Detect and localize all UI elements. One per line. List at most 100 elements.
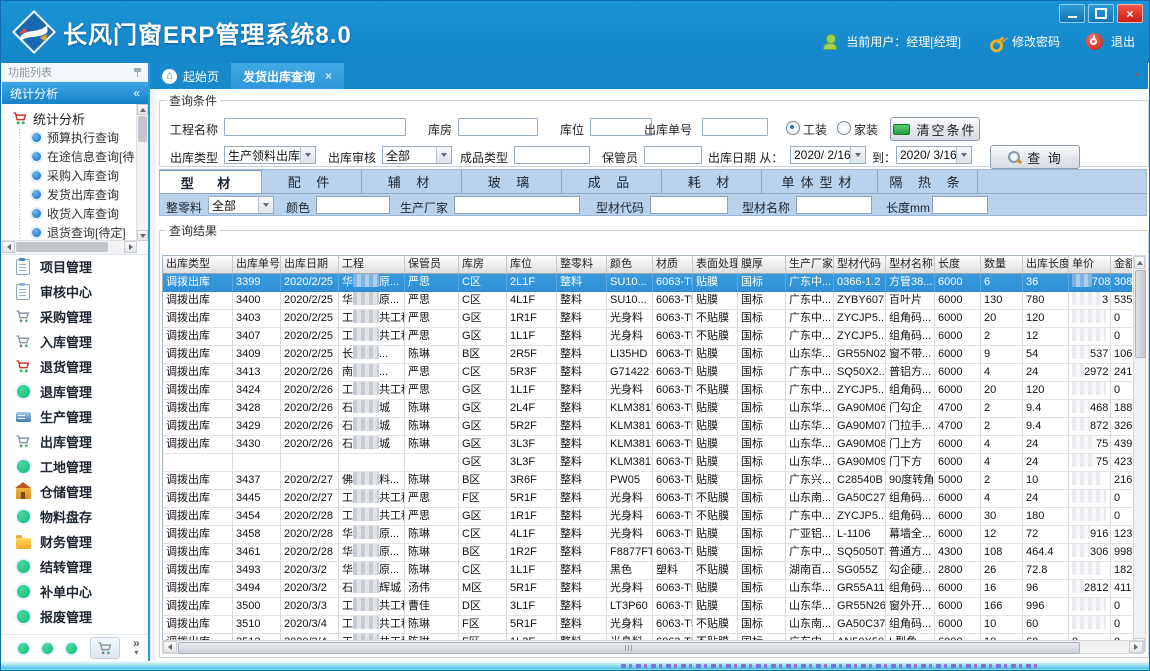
column-header[interactable]: 数量 [981,256,1023,274]
scroll-up-icon[interactable] [137,104,148,115]
column-header[interactable]: 膜厚 [738,256,786,274]
date-from-select[interactable]: 2020/ 2/16 [790,146,866,164]
length-input[interactable] [932,196,988,214]
tree-vscroll-thumb[interactable] [138,116,147,142]
sidebar-item-stock-return[interactable]: 退库管理 [2,379,148,404]
sidebar-item-audit[interactable]: 审核中心 [2,279,148,304]
table-vertical-scrollbar[interactable] [1133,255,1146,652]
table-row[interactable]: 调拨出库34092020/2/25长...陈琳B区2R5F整料LI35HD606… [163,346,1132,364]
scroll-left-icon[interactable] [2,241,15,253]
color-input[interactable] [316,196,390,214]
product-type-input[interactable] [514,146,590,164]
table-row[interactable]: 调拨出库34542020/2/28工共工程严思G区1R1F整料光身料6063-T… [163,508,1132,526]
sidebar-item-production[interactable]: 生产管理 [2,404,148,429]
column-header[interactable]: 工程 [339,256,405,274]
tree-item[interactable]: 预算执行查询 [2,128,137,147]
collapse-icon[interactable]: « [133,86,140,100]
keeper-input[interactable] [644,146,702,164]
table-row[interactable]: 调拨出库34372020/2/27佛料...陈琳B区3R6F整料PW056063… [163,472,1132,490]
tab-overflow-icon[interactable] [1134,73,1140,80]
column-header[interactable]: 整零料 [557,256,607,274]
warehouse-input[interactable] [458,118,538,136]
scroll-right-icon[interactable] [124,241,137,253]
sidebar-item-returns[interactable]: 退货管理 [2,354,148,379]
sidebar-item-carryover[interactable]: 结转管理 [2,554,148,579]
project-name-input[interactable] [224,118,406,136]
tree-item[interactable]: 收货入库查询 [2,204,137,223]
table-row[interactable]: 调拨出库34242020/2/26工共工程严思G区1L1F整料光身料6063-T… [163,382,1132,400]
tree-item[interactable]: 在途信息查询[待 [2,147,137,166]
table-row[interactable]: 调拨出库35002020/3/3工共工程曹佳D区3L1F整料LT3P606063… [163,598,1132,616]
table-row[interactable]: 调拨出库33992020/2/25华原...严思C区2L1F整料SU10...6… [163,274,1132,292]
table-row[interactable]: 调拨出库34292020/2/26石城陈琳G区5R2F整料KLM38176063… [163,418,1132,436]
column-header[interactable]: 型材名称 [886,256,935,274]
sidebar-section-header[interactable]: 统计分析 « [2,82,148,104]
logout-link[interactable]: 退出 [1111,33,1135,50]
minimize-button[interactable] [1059,4,1085,23]
circle-icon[interactable] [66,643,77,654]
tree-hscroll-thumb[interactable] [16,242,108,252]
column-header[interactable]: 出库长度 [1023,256,1069,274]
circle-icon[interactable] [42,643,53,654]
column-header[interactable]: 型材代码 [834,256,886,274]
tree-item[interactable]: 退货查询[待定] [2,223,137,241]
tab-close-icon[interactable]: × [325,69,332,83]
column-header[interactable]: 库位 [507,256,557,274]
table-row[interactable]: 调拨出库34612020/2/28华原...陈琳B区1R2F整料F8877FT6… [163,544,1132,562]
sidebar-item-scrap[interactable]: 报废管理 [2,604,148,629]
material-tab-0[interactable]: 型 材 [160,170,262,193]
table-horizontal-scrollbar[interactable] [162,640,1144,654]
table-row[interactable]: 调拨出库34932020/3/2华原...陈琳C区1L1F整料黑色塑料不贴膜国标… [163,562,1132,580]
sidebar-item-outbound[interactable]: 出库管理 [2,429,148,454]
column-header[interactable]: 长度 [935,256,981,274]
column-header[interactable]: 材质 [653,256,693,274]
table-row[interactable]: 调拨出库34302020/2/26石城陈琳G区3L3F整料KLM38176063… [163,436,1132,454]
more-chevron-icon[interactable]: »▾ [133,639,140,657]
table-row[interactable]: 调拨出库34072020/2/25工共工程严思G区1L1F整料光身料6063-T… [163,328,1132,346]
scroll-down-icon[interactable] [137,230,148,241]
sidebar-item-purchase[interactable]: 采购管理 [2,304,148,329]
column-header[interactable]: 金额 [1111,256,1132,274]
clear-conditions-button[interactable]: 清空条件 [890,117,980,141]
whole-piece-select[interactable]: 全部 [208,196,274,214]
material-tab-3[interactable]: 玻 璃 [462,170,562,193]
material-tab-1[interactable]: 配 件 [262,170,362,193]
material-tab-6[interactable]: 单体型材 [762,170,878,193]
scroll-left-icon[interactable] [163,641,177,653]
table-hscroll-thumb[interactable] [178,642,1080,654]
table-row[interactable]: G区3L3F整料KLM38176063-T5贴膜国标山东华...GA90M09.… [163,454,1132,472]
column-header[interactable]: 表面处理 [693,256,738,274]
column-header[interactable]: 出库日期 [281,256,339,274]
sidebar-item-inventory[interactable]: 物料盘存 [2,504,148,529]
date-to-select[interactable]: 2020/ 3/16 [896,146,972,164]
tab-home[interactable]: ⌂ 起始页 [150,63,231,89]
sidebar-item-inbound[interactable]: 入库管理 [2,329,148,354]
column-header[interactable]: 颜色 [607,256,653,274]
material-tab-7[interactable]: 隔 热 条 [878,170,978,193]
pin-icon[interactable] [133,67,142,78]
column-header[interactable]: 生产厂家 [786,256,834,274]
audit-select[interactable]: 全部 [382,146,452,164]
tree-item[interactable]: 采购入库查询 [2,166,137,185]
cart-toggle-button[interactable] [90,637,120,659]
tab-shipment-outbound-query[interactable]: 发货出库查询 × [231,63,344,89]
material-tab-2[interactable]: 辅 材 [362,170,462,193]
tree-horizontal-scrollbar[interactable] [2,240,137,254]
column-header[interactable]: 出库单号 [233,256,281,274]
sidebar-item-project[interactable]: 项目管理 [2,254,148,279]
table-row[interactable]: 调拨出库34282020/2/26石城陈琳G区2L4F整料KLM38176063… [163,400,1132,418]
scroll-right-icon[interactable] [1129,641,1143,653]
column-header[interactable]: 单价 [1069,256,1111,274]
table-vscroll-thumb[interactable] [1135,270,1146,358]
table-row[interactable]: 调拨出库34452020/2/27工共工程严思F区5R1F整料光身料6063-T… [163,490,1132,508]
column-header[interactable]: 保管员 [405,256,459,274]
tree-item[interactable]: 发货出库查询 [2,185,137,204]
profile-name-input[interactable] [796,196,872,214]
column-header[interactable]: 库房 [459,256,507,274]
close-button[interactable]: × [1117,4,1143,23]
material-tab-5[interactable]: 耗 材 [662,170,762,193]
table-row[interactable]: 调拨出库35102020/3/4工共工程陈琳F区5R1F整料光身料6063-T5… [163,616,1132,634]
sidebar-item-finance[interactable]: 财务管理 [2,529,148,554]
table-row[interactable]: 调拨出库34132020/2/26南...严思C区5R3F整料G71422606… [163,364,1132,382]
search-button[interactable]: 查 询 [990,145,1080,169]
